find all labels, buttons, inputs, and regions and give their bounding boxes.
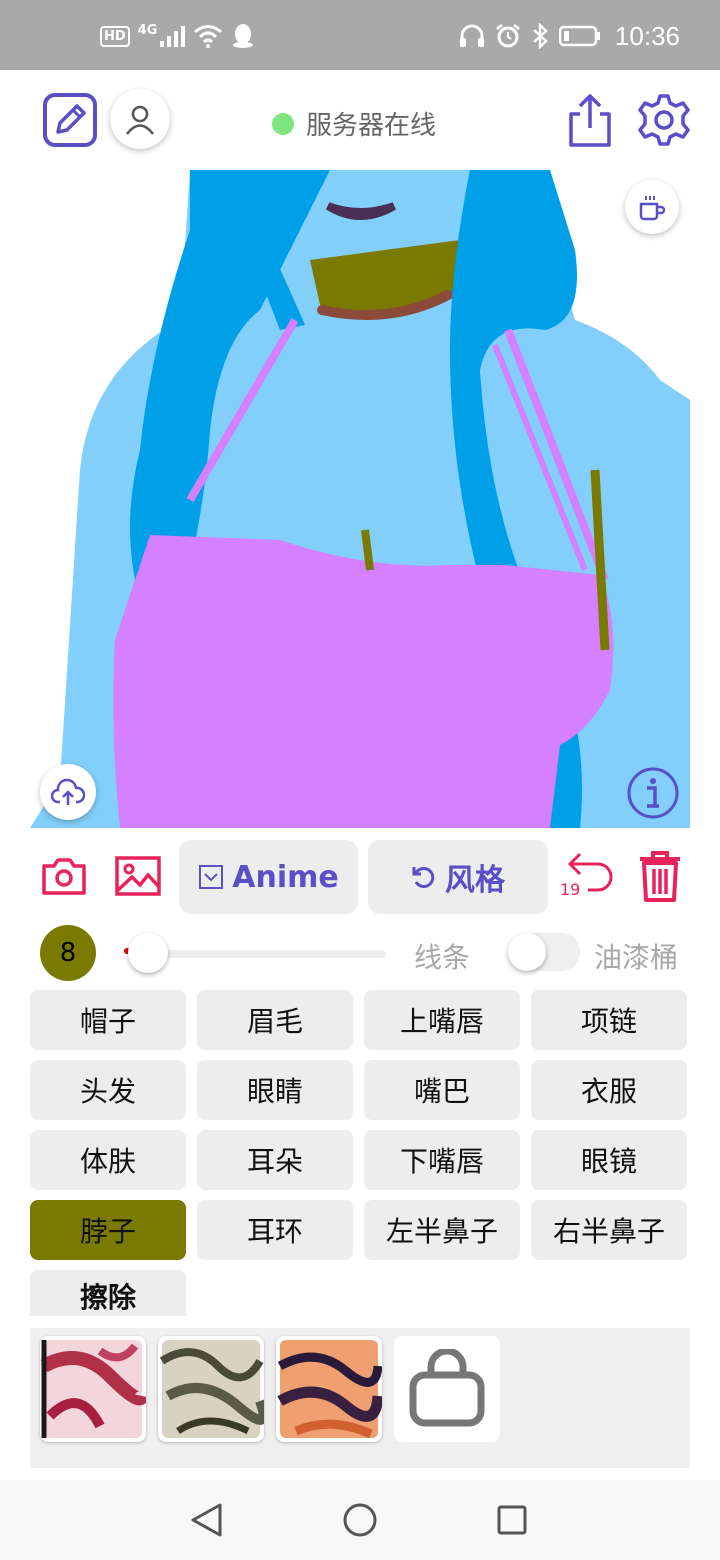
home-circle-icon [343,1503,377,1537]
system-nav-bar [0,1480,720,1560]
label-lower-lip[interactable]: 下嘴唇 [364,1130,520,1190]
label-clothes[interactable]: 衣服 [531,1060,687,1120]
label-hat[interactable]: 帽子 [30,990,186,1050]
shop-button[interactable] [394,1336,500,1442]
user-icon [126,105,154,135]
slider-thumb[interactable] [128,933,168,973]
signal-icon [160,26,186,47]
anime-label: Anime [232,859,339,895]
nav-back-button[interactable] [186,1500,226,1540]
edit-icon [43,93,97,147]
share-button[interactable] [566,92,614,148]
texture-orange-swatch [277,1340,382,1439]
settings-button[interactable] [636,92,692,148]
4g-badge: 4G [137,22,158,38]
server-status-dot [272,112,294,135]
bluetooth-icon [533,23,548,49]
battery-icon [558,25,600,47]
style-button[interactable]: 风格 [368,840,548,914]
server-status-label: 服务器在线 [306,111,437,141]
coffee-icon [639,196,666,221]
texture-red[interactable] [40,1336,146,1442]
server-status: 服务器在线 [272,105,436,142]
info-icon [627,767,679,819]
hd-badge: HD [100,25,130,47]
label-upper-lip[interactable]: 上嘴唇 [364,990,520,1050]
sketch-drawing [30,170,690,828]
undo-button[interactable]: 19 [560,848,616,904]
status-right: 10:36 [459,20,680,51]
coffee-button[interactable] [625,180,679,234]
headphones-icon [459,24,484,47]
trash-icon [640,851,680,902]
settings-icon [638,94,690,146]
bucket-label: 油漆桶 [594,941,679,974]
wifi-icon [194,25,223,48]
camera-icon [42,858,86,895]
gallery-button[interactable] [113,852,163,900]
label-hair[interactable]: 头发 [30,1060,186,1120]
bucket-toggle[interactable] [508,933,580,971]
info-button[interactable] [626,766,680,820]
nav-home-button[interactable] [340,1500,380,1540]
brush-size-indicator: 8 [40,925,96,981]
style-label: 风格 [445,863,505,898]
checkbox-icon [199,865,224,889]
texture-orange[interactable] [276,1336,382,1442]
label-eyebrow[interactable]: 眉毛 [197,990,353,1050]
back-triangle-icon [191,1503,222,1537]
undo-count: 19 [560,880,581,899]
label-skin[interactable]: 体肤 [30,1130,186,1190]
camera-button[interactable] [40,852,88,900]
label-necklace[interactable]: 项链 [531,990,687,1050]
status-left: HD 4G [100,22,255,50]
line-mode-label: 线条 [414,941,471,974]
texture-grey-swatch [159,1340,264,1438]
share-icon [569,94,611,147]
label-glasses[interactable]: 眼镜 [531,1130,687,1190]
label-ears[interactable]: 耳朵 [197,1130,353,1190]
texture-strip [30,1328,690,1468]
edit-button[interactable] [42,92,98,148]
label-eyes[interactable]: 眼睛 [197,1060,353,1120]
label-left-nose[interactable]: 左半鼻子 [364,1200,520,1260]
nav-recents-button[interactable] [492,1500,532,1540]
label-right-nose[interactable]: 右半鼻子 [531,1200,687,1260]
toggle-knob [508,933,546,971]
cloud-upload-icon [51,778,85,805]
drawing-canvas[interactable] [30,170,690,828]
label-neck[interactable]: 脖子 [30,1200,186,1260]
cloud-upload-button[interactable] [40,764,96,820]
texture-grey[interactable] [158,1336,264,1442]
label-mouth[interactable]: 嘴巴 [364,1060,520,1120]
clock: 10:36 [614,20,680,51]
image-icon [115,856,161,896]
qq-icon [233,24,254,48]
refresh-icon [412,867,435,888]
label-earrings[interactable]: 耳环 [197,1200,353,1260]
recents-square-icon [497,1505,527,1535]
alarm-icon [495,23,520,48]
shop-bag-icon [409,1349,485,1427]
user-button[interactable] [110,89,170,149]
status-bar: HD 4G 10:36 [0,0,720,70]
delete-button[interactable] [636,848,684,904]
anime-style-button[interactable]: Anime [179,840,358,914]
texture-red-swatch [40,1340,146,1438]
label-erase[interactable]: 擦除 [30,1270,186,1316]
